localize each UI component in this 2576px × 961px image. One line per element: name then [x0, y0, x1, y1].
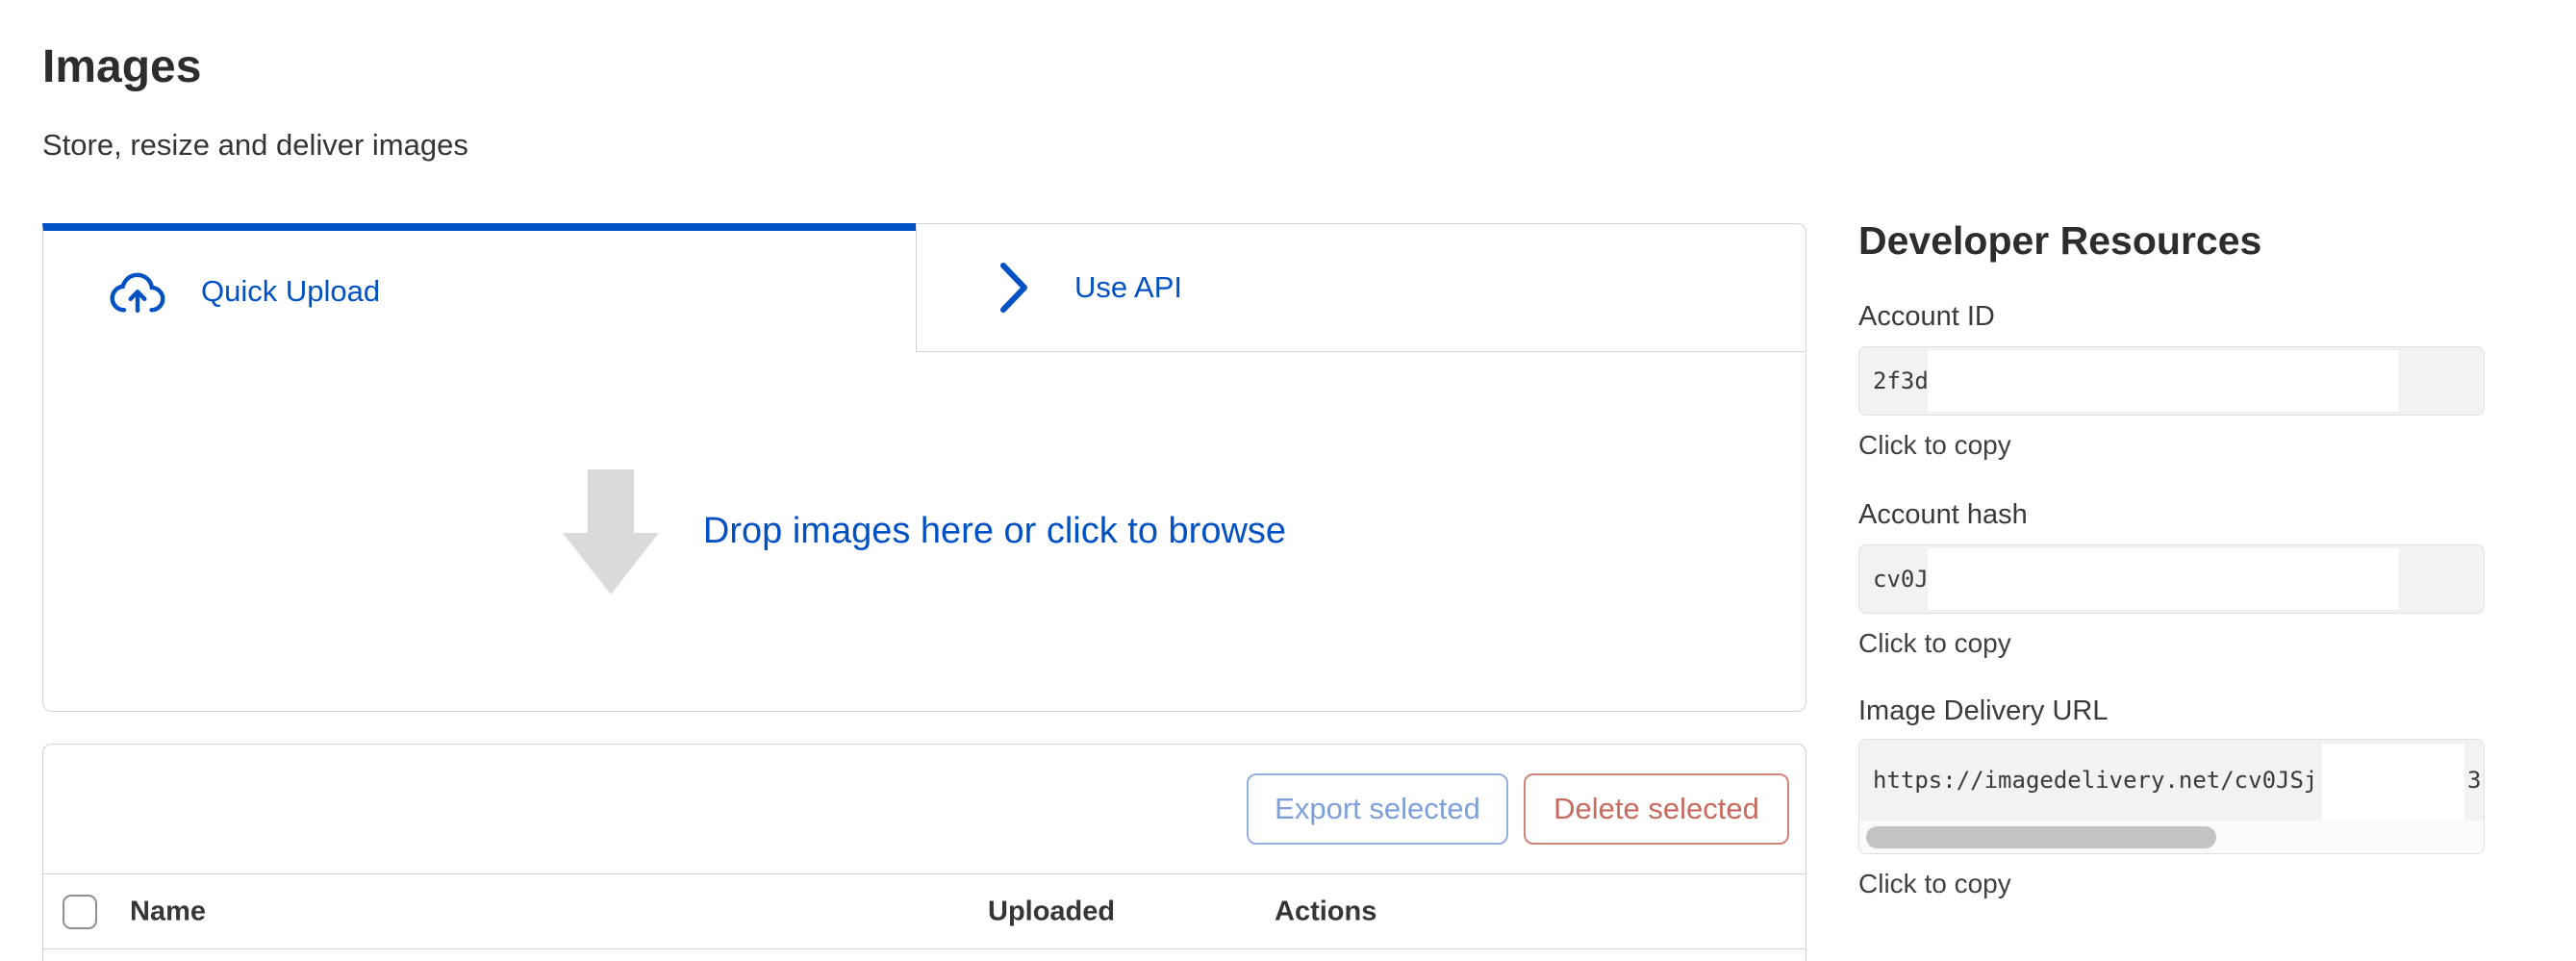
account-id-copy-hint: Click to copy	[1858, 431, 2485, 460]
export-selected-button[interactable]: Export selected	[1247, 773, 1508, 845]
column-header-name: Name	[130, 896, 206, 927]
tab-use-api-label: Use API	[1074, 270, 1182, 305]
redaction-box	[1928, 548, 2399, 610]
account-hash-value: cv0J	[1873, 566, 1929, 593]
account-hash-field[interactable]: cv0J	[1858, 544, 2485, 614]
table-header-row: Name Uploaded Actions	[43, 874, 1806, 949]
image-drop-zone[interactable]: Drop images here or click to browse	[42, 352, 1806, 712]
upload-tabs: Quick Upload Use API	[42, 223, 1806, 352]
image-delivery-url-label: Image Delivery URL	[1858, 696, 2485, 725]
image-delivery-url-content: https://imagedelivery.net/cv0JSj 3	[1859, 740, 2484, 821]
main-column: Images Store, resize and deliver images …	[42, 0, 1806, 961]
account-id-label: Account ID	[1858, 302, 2485, 331]
url-scrollbar-thumb[interactable]	[1866, 826, 2216, 848]
page-subtitle: Store, resize and deliver images	[42, 129, 1806, 162]
tab-quick-upload[interactable]: Quick Upload	[42, 223, 916, 352]
image-list-card: Export selected Delete selected Name Upl…	[42, 744, 1806, 961]
account-id-value: 2f3d	[1873, 367, 1929, 394]
bulk-actions-bar: Export selected Delete selected	[43, 745, 1806, 874]
developer-resources-panel: Developer Resources Account ID 2f3d Clic…	[1858, 0, 2485, 898]
chevron-right-icon	[998, 260, 1030, 316]
image-delivery-url-value: https://imagedelivery.net/cv0JSj	[1873, 767, 2317, 794]
account-id-field[interactable]: 2f3d	[1858, 346, 2485, 416]
account-hash-copy-hint: Click to copy	[1858, 629, 2485, 658]
image-delivery-url-copy-hint: Click to copy	[1858, 870, 2485, 898]
redaction-box	[2322, 744, 2464, 821]
select-all-checkbox[interactable]	[63, 895, 97, 929]
column-header-actions: Actions	[1275, 896, 1376, 927]
url-horizontal-scrollbar	[1859, 821, 2484, 854]
image-delivery-url-field[interactable]: https://imagedelivery.net/cv0JSj 3	[1858, 739, 2485, 854]
drop-zone-label: Drop images here or click to browse	[703, 511, 1286, 552]
column-header-uploaded: Uploaded	[988, 896, 1115, 927]
arrow-down-icon	[563, 469, 659, 594]
image-delivery-url-tail: 3	[2467, 767, 2481, 794]
account-hash-label: Account hash	[1858, 500, 2485, 529]
cloud-upload-icon	[107, 266, 168, 316]
delete-selected-button[interactable]: Delete selected	[1524, 773, 1789, 845]
tab-quick-upload-label: Quick Upload	[201, 274, 380, 309]
developer-resources-title: Developer Resources	[1858, 217, 2485, 264]
redaction-box	[1928, 350, 2399, 412]
page-title: Images	[42, 44, 1806, 90]
tab-use-api[interactable]: Use API	[916, 223, 1806, 352]
